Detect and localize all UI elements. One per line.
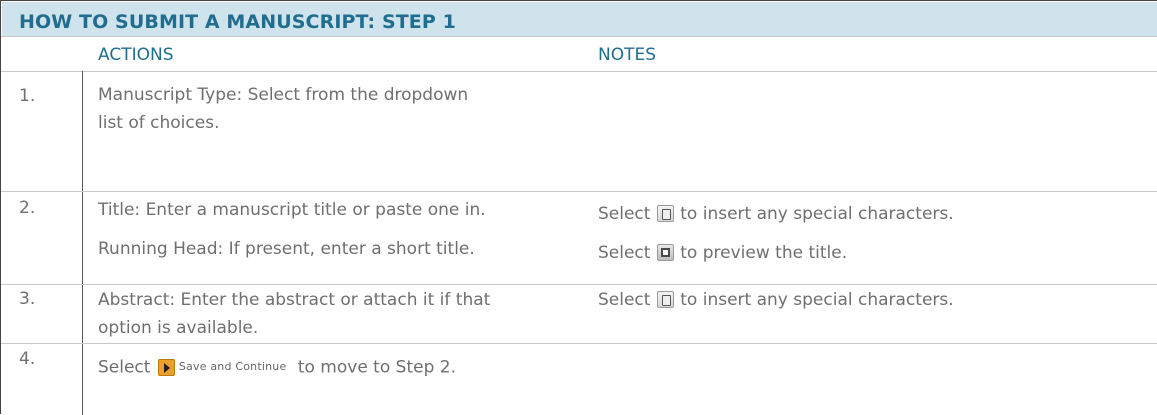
column-divider <box>82 285 83 343</box>
action-line: option is available. <box>98 318 259 338</box>
note-prefix: Select <box>598 204 651 224</box>
action-text: Manuscript Type: Select from the dropdow… <box>98 81 468 137</box>
action-prefix: Select <box>98 357 151 378</box>
divider <box>1 36 1157 37</box>
note-suffix: to insert any special characters. <box>680 290 954 310</box>
row-number: 2. <box>19 198 36 218</box>
play-icon <box>157 358 175 376</box>
column-divider <box>82 344 83 415</box>
row-number: 4. <box>19 349 36 369</box>
note-prefix: Select <box>598 290 651 310</box>
save-and-continue-label: Save and Continue <box>178 360 287 373</box>
note-text: Select to insert any special characters. <box>598 200 954 228</box>
page-title: HOW TO SUBMIT A MANUSCRIPT: STEP 1 <box>19 11 456 33</box>
divider <box>1 71 1157 72</box>
header-actions: ACTIONS <box>98 45 174 65</box>
row-number: 3. <box>19 289 36 309</box>
action-text: Title: Enter a manuscript title or paste… <box>98 196 486 224</box>
action-line: Running Head: If present, enter a short … <box>98 239 475 259</box>
title-bar: HOW TO SUBMIT A MANUSCRIPT: STEP 1 <box>2 2 1157 36</box>
row-number: 1. <box>19 86 36 106</box>
action-line: Abstract: Enter the abstract or attach i… <box>98 290 491 310</box>
column-divider <box>82 71 83 191</box>
action-line: Manuscript Type: Select from the dropdow… <box>98 85 469 105</box>
note-prefix: Select <box>598 243 651 263</box>
action-text: Abstract: Enter the abstract or attach i… <box>98 286 490 342</box>
note-text: Select to insert any special characters. <box>598 286 954 314</box>
note-suffix: to preview the title. <box>680 243 848 263</box>
column-divider <box>82 192 83 284</box>
action-text: Select Save and Continue to move to Step… <box>98 353 456 382</box>
divider <box>1 284 1157 285</box>
action-text: Running Head: If present, enter a short … <box>98 235 475 263</box>
special-characters-icon <box>656 291 674 308</box>
special-characters-icon <box>656 205 674 222</box>
divider <box>1 191 1157 192</box>
divider <box>1 343 1157 344</box>
header-notes: NOTES <box>598 45 657 65</box>
action-suffix: to move to Step 2. <box>297 357 456 378</box>
preview-icon <box>656 244 674 261</box>
note-suffix: to insert any special characters. <box>680 204 954 224</box>
action-line: Title: Enter a manuscript title or paste… <box>98 200 486 220</box>
action-line: list of choices. <box>98 113 220 133</box>
save-and-continue-button: Save and Continue <box>157 353 287 381</box>
note-text: Select to preview the title. <box>598 239 847 267</box>
instructions-table: HOW TO SUBMIT A MANUSCRIPT: STEP 1 ACTIO… <box>0 0 1157 415</box>
